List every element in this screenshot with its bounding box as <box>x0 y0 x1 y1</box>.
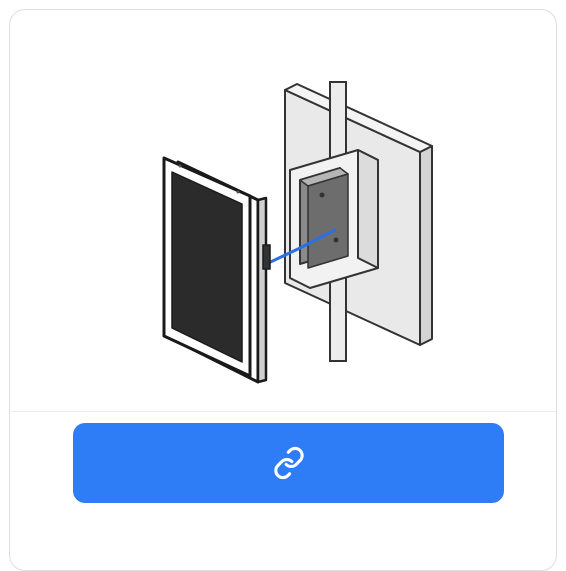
device-card <box>9 9 557 571</box>
card-divider <box>10 411 556 412</box>
link-button[interactable] <box>73 423 504 503</box>
link-icon <box>273 446 304 480</box>
device-wall-mount-illustration <box>162 81 433 384</box>
